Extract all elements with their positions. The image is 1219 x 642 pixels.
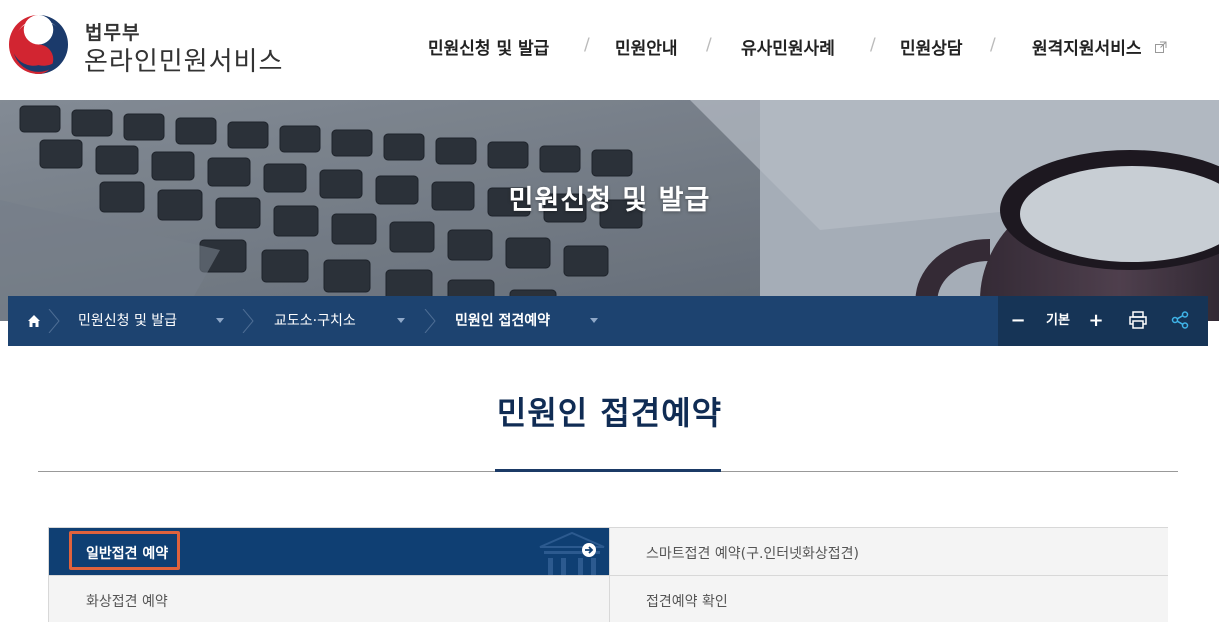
chevron-down-icon[interactable]	[216, 318, 224, 323]
chevron-down-icon[interactable]	[590, 318, 598, 323]
tab-video-visit[interactable]: 화상접견 예약	[49, 575, 609, 622]
breadcrumb-divider-icon	[424, 309, 436, 333]
page-toolbar: − 기본 +	[998, 296, 1208, 346]
share-icon[interactable]	[1171, 311, 1189, 329]
logo-service-name: 온라인민원서비스	[84, 47, 284, 77]
breadcrumb-item-apply[interactable]: 민원신청 및 발급	[78, 296, 177, 346]
breadcrumb-divider-icon	[242, 309, 254, 333]
nav-item-cases[interactable]: 유사민원사례	[741, 34, 835, 59]
tab-video-visit-label: 화상접견 예약	[86, 594, 168, 610]
nav-item-remote-label: 원격지원서비스	[1032, 39, 1142, 59]
nav-item-apply[interactable]: 민원신청 및 발급	[428, 34, 549, 59]
chevron-down-icon[interactable]	[397, 318, 405, 323]
nav-item-consult[interactable]: 민원상담	[900, 34, 963, 59]
print-icon[interactable]	[1129, 311, 1147, 329]
page-title: 민원인 접견예약	[496, 394, 723, 432]
site-logo[interactable]: 법무부 온라인민원서비스	[8, 14, 308, 78]
breadcrumb-item-current[interactable]: 민원인 접견예약	[455, 296, 550, 346]
nav-item-guide[interactable]: 민원안내	[615, 34, 678, 59]
tab-reservation-check[interactable]: 접견예약 확인	[609, 575, 1168, 622]
nav-separator: /	[870, 35, 876, 55]
site-header: 법무부 온라인민원서비스 민원신청 및 발급 / 민원안내 / 유사민원사례 /…	[0, 0, 1219, 100]
tab-smart-visit-label: 스마트접견 예약(구.인터넷화상접견)	[646, 546, 860, 562]
tab-general-visit[interactable]: 일반접견 예약	[49, 528, 609, 575]
breadcrumb-item-prison[interactable]: 교도소·구치소	[274, 296, 356, 346]
arrow-right-circle-icon	[582, 543, 596, 557]
zoom-level-label: 기본	[1046, 313, 1070, 328]
nav-item-remote[interactable]: 원격지원서비스	[1032, 34, 1167, 59]
external-link-icon	[1155, 41, 1167, 53]
tab-reservation-check-label: 접견예약 확인	[646, 594, 728, 610]
zoom-out-button[interactable]: −	[1010, 296, 1026, 346]
nav-separator: /	[584, 35, 590, 55]
title-accent-bar	[495, 469, 721, 472]
taegeuk-logo-icon	[8, 14, 69, 75]
nav-separator: /	[706, 35, 712, 55]
zoom-in-button[interactable]: +	[1088, 296, 1104, 346]
tab-general-visit-label: 일반접견 예약	[86, 546, 169, 562]
reservation-tabs: 일반접견 예약 스마트접견 예약(구.인터넷화상접견) 화상접견 예약 접견예약…	[48, 527, 1168, 622]
nav-separator: /	[990, 35, 996, 55]
home-icon[interactable]	[26, 313, 42, 329]
tab-smart-visit[interactable]: 스마트접견 예약(구.인터넷화상접견)	[609, 528, 1168, 575]
hero-title: 민원신청 및 발급	[508, 185, 711, 216]
hero-banner: 민원신청 및 발급	[0, 100, 1219, 321]
breadcrumb-divider-icon	[48, 309, 60, 333]
building-icon	[539, 531, 605, 575]
breadcrumb: 민원신청 및 발급 교도소·구치소 민원인 접견예약	[8, 296, 998, 346]
